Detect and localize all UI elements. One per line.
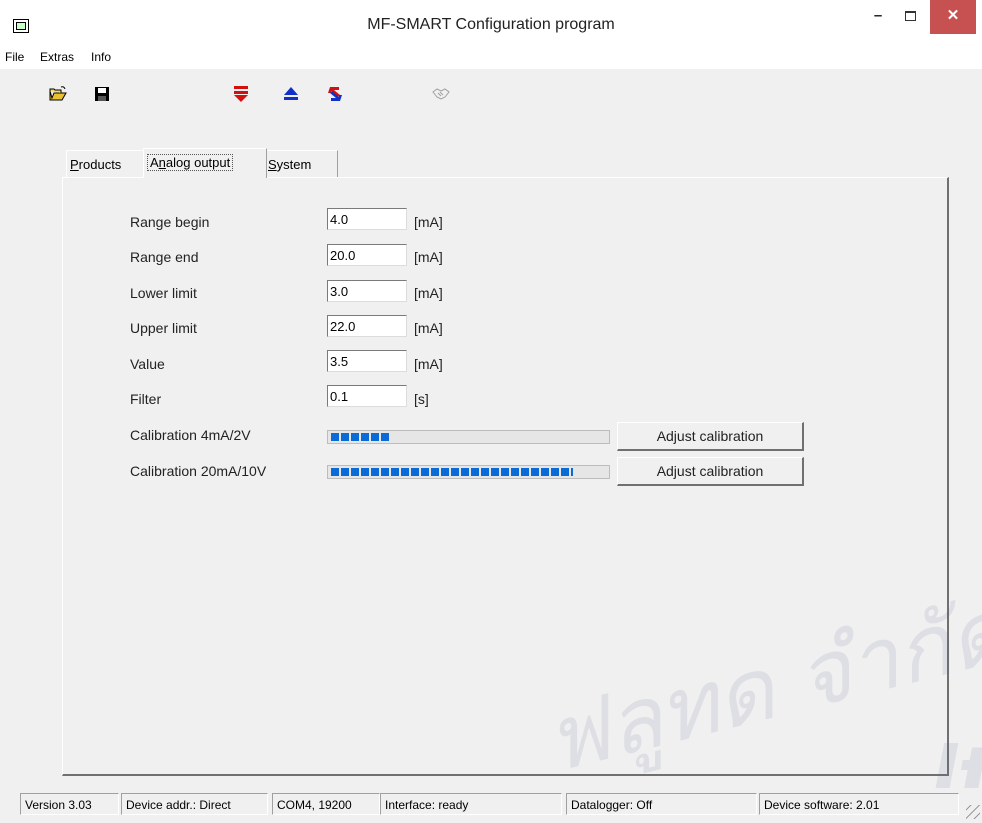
menu-file[interactable]: File bbox=[5, 50, 24, 64]
status-datalogger: Datalogger: Off bbox=[566, 793, 757, 815]
handshake-icon[interactable] bbox=[432, 85, 450, 103]
menu-bar: File Extras Info bbox=[0, 46, 982, 69]
tab-products[interactable]: Products bbox=[66, 150, 146, 178]
tab-analog-output[interactable]: Analog output bbox=[143, 148, 267, 178]
calibration-4ma-progress bbox=[327, 430, 610, 444]
open-folder-icon[interactable] bbox=[49, 85, 67, 103]
close-button[interactable]: ✕ bbox=[930, 0, 976, 34]
lower-limit-label: Lower limit bbox=[130, 285, 197, 301]
calibration-4ma-progress-fill bbox=[331, 433, 389, 441]
lower-limit-input[interactable] bbox=[327, 280, 407, 302]
value-label: Value bbox=[130, 356, 165, 372]
menu-extras[interactable]: Extras bbox=[40, 50, 74, 64]
status-bar: Version 3.03 Device addr.: Direct COM4, … bbox=[0, 788, 982, 821]
range-end-label: Range end bbox=[130, 249, 199, 265]
transfer-icon[interactable] bbox=[326, 85, 344, 103]
maximize-button[interactable] bbox=[896, 0, 924, 34]
value-input[interactable] bbox=[327, 350, 407, 372]
title-bar: MF-SMART Configuration program – ✕ bbox=[0, 0, 982, 46]
upper-limit-label: Upper limit bbox=[130, 320, 197, 336]
maximize-icon bbox=[904, 11, 916, 21]
calibration-4ma-label: Calibration 4mA/2V bbox=[130, 427, 251, 443]
status-version: Version 3.03 bbox=[20, 793, 119, 815]
calibration-20ma-label: Calibration 20mA/10V bbox=[130, 463, 267, 479]
tab-products-accesskey: P bbox=[70, 157, 79, 172]
window-title: MF-SMART Configuration program bbox=[367, 16, 615, 33]
tab-system-accesskey: S bbox=[268, 157, 277, 172]
minimize-button[interactable]: – bbox=[864, 0, 892, 34]
lower-limit-unit: [mA] bbox=[414, 285, 443, 301]
upper-limit-input[interactable] bbox=[327, 315, 407, 337]
range-begin-input[interactable] bbox=[327, 208, 407, 230]
status-com-port: COM4, 19200 bbox=[272, 793, 380, 815]
tab-system[interactable]: System bbox=[264, 150, 338, 178]
resize-grip-icon[interactable] bbox=[966, 805, 980, 819]
range-begin-label: Range begin bbox=[130, 214, 210, 230]
range-begin-unit: [mA] bbox=[414, 214, 443, 230]
download-icon[interactable] bbox=[232, 85, 250, 103]
save-disk-icon[interactable] bbox=[93, 85, 111, 103]
status-device-addr: Device addr.: Direct bbox=[121, 793, 268, 815]
status-device-software: Device software: 2.01 bbox=[759, 793, 959, 815]
filter-unit: [s] bbox=[414, 391, 429, 407]
filter-label: Filter bbox=[130, 391, 162, 407]
range-end-unit: [mA] bbox=[414, 249, 443, 265]
eject-icon[interactable] bbox=[282, 85, 300, 103]
calibration-20ma-progress bbox=[327, 465, 610, 479]
calibration-20ma-progress-fill bbox=[331, 468, 573, 476]
tab-analog-output-accesskey: n bbox=[158, 155, 166, 170]
menu-info[interactable]: Info bbox=[91, 50, 111, 64]
upper-limit-unit: [mA] bbox=[414, 320, 443, 336]
value-unit: [mA] bbox=[414, 356, 443, 372]
range-end-input[interactable] bbox=[327, 244, 407, 266]
adjust-calibration-20ma-button[interactable]: Adjust calibration bbox=[617, 457, 804, 486]
status-interface: Interface: ready bbox=[380, 793, 562, 815]
filter-input[interactable] bbox=[327, 385, 407, 407]
adjust-calibration-4ma-button[interactable]: Adjust calibration bbox=[617, 422, 804, 451]
